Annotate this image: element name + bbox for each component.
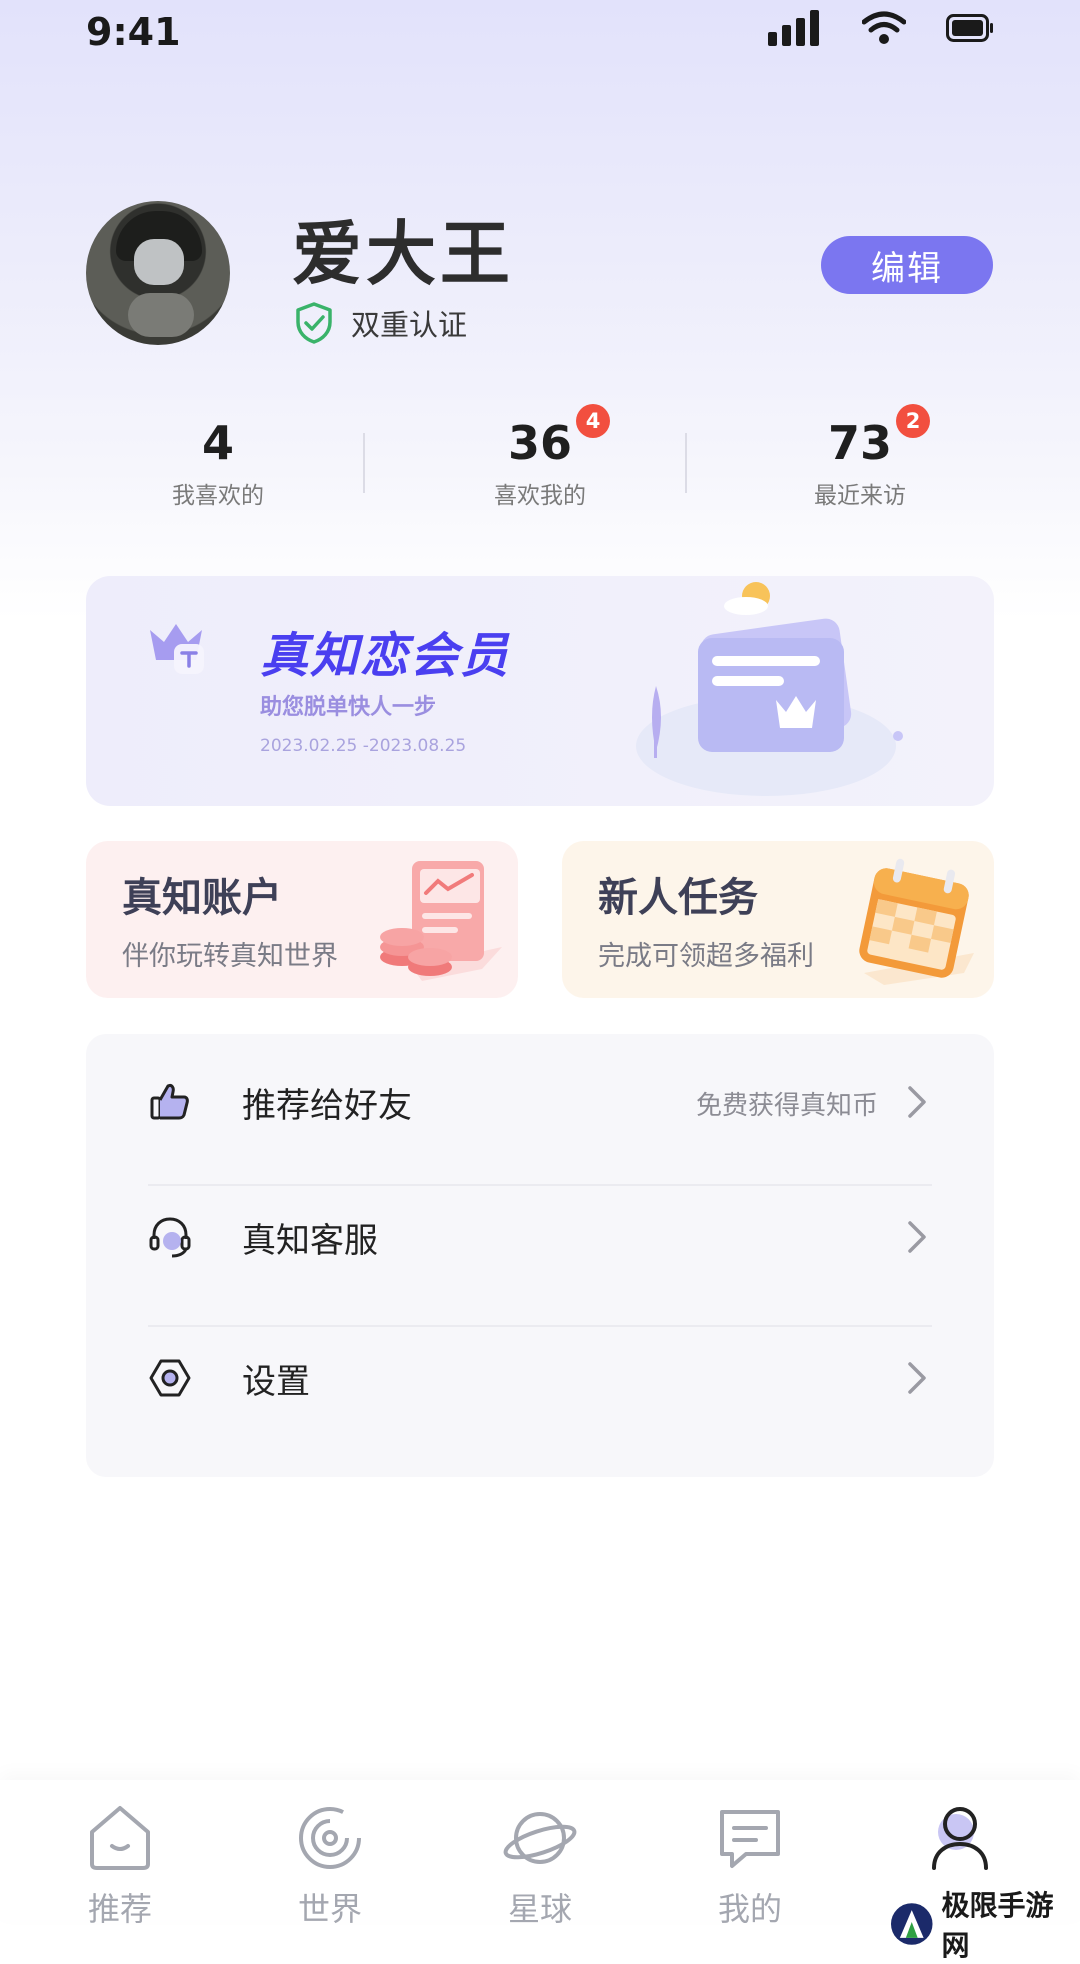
bill-coins-icon — [380, 861, 502, 981]
stat-divider — [363, 433, 365, 493]
tab-profile[interactable] — [900, 1802, 1020, 1878]
verification-badge: 双重认证 — [295, 302, 467, 344]
wifi-icon — [862, 11, 906, 44]
user-name: 爱大王 — [292, 213, 514, 295]
home-icon — [90, 1806, 150, 1870]
tab-planet[interactable]: 星球 — [480, 1802, 600, 1930]
watermark-logo: 极限手游网 — [890, 1884, 1080, 1964]
battery-icon — [946, 14, 993, 42]
stat-divider — [685, 433, 687, 493]
notification-badge: 2 — [896, 404, 930, 438]
account-card-subtitle: 伴你玩转真知世界 — [122, 941, 338, 972]
profile-page: 9:41 爱大王 双重认证 编辑 4 我喜欢的 36 喜欢我的 4 73 最近来… — [0, 0, 1080, 1962]
newbie-task-title: 新人任务 — [598, 875, 758, 921]
vip-membership-card[interactable]: 真知恋会员 助您脱单快人一步 2023.02.25 -2023.08.25 — [86, 576, 994, 806]
vip-title: 真知恋会员 — [260, 628, 511, 684]
settings-hexagon-icon — [149, 1359, 191, 1397]
tab-recommend[interactable]: 推荐 — [60, 1802, 180, 1930]
menu-list: 推荐给好友 免费获得真知币 真知客服 设置 — [86, 1034, 994, 1477]
menu-label: 设置 — [242, 1362, 310, 1402]
calendar-icon — [859, 858, 974, 985]
status-icons — [768, 10, 994, 46]
tab-label: 世界 — [297, 1890, 362, 1928]
stat-label: 最近来访 — [814, 483, 906, 509]
wallet-illustration — [636, 582, 903, 796]
verification-label: 双重认证 — [351, 308, 468, 342]
chevron-right-icon — [908, 1221, 926, 1253]
menu-item-customer-service[interactable]: 真知客服 — [86, 1169, 994, 1304]
watermark-text: 极限手游网 — [941, 1889, 1054, 1962]
stat-value: 36 — [507, 416, 572, 470]
stat-value: 4 — [201, 416, 234, 470]
notification-badge: 4 — [576, 404, 610, 438]
message-icon — [720, 1810, 780, 1868]
planet-icon — [503, 1812, 577, 1864]
account-card[interactable]: 真知账户 伴你玩转真知世界 — [86, 841, 518, 998]
crown-icon — [150, 624, 204, 674]
edit-button[interactable]: 编辑 — [821, 236, 993, 294]
tab-world[interactable]: 世界 — [270, 1802, 390, 1930]
menu-item-recommend[interactable]: 推荐给好友 免费获得真知币 — [86, 1034, 994, 1169]
stat-value: 73 — [827, 416, 892, 470]
tab-mine[interactable]: 我的 — [690, 1802, 810, 1930]
chevron-right-icon — [908, 1362, 926, 1394]
headset-icon — [149, 1217, 191, 1258]
menu-item-settings[interactable]: 设置 — [86, 1310, 994, 1445]
signal-icon — [768, 10, 819, 46]
stat-label: 喜欢我的 — [494, 483, 586, 509]
vip-date-range: 2023.02.25 -2023.08.25 — [260, 736, 467, 756]
newbie-task-subtitle: 完成可领超多福利 — [598, 941, 814, 972]
tab-label: 推荐 — [87, 1890, 152, 1928]
account-card-title: 真知账户 — [122, 875, 282, 921]
stat-label: 我喜欢的 — [172, 483, 264, 509]
profile-icon — [932, 1807, 988, 1870]
stat-likes-me[interactable]: 36 喜欢我的 — [420, 412, 660, 510]
stat-i-like[interactable]: 4 我喜欢的 — [98, 412, 338, 510]
avatar[interactable] — [86, 201, 230, 345]
tab-label: 星球 — [507, 1890, 572, 1928]
spiral-icon — [299, 1807, 361, 1869]
shield-check-icon — [296, 302, 332, 344]
menu-label: 推荐给好友 — [242, 1086, 412, 1126]
watermark-badge-icon — [890, 1903, 933, 1945]
chevron-right-icon — [908, 1086, 926, 1118]
newbie-task-card[interactable]: 新人任务 完成可领超多福利 — [562, 841, 994, 998]
vip-subtitle: 助您脱单快人一步 — [260, 695, 437, 720]
stat-recent-visitors[interactable]: 73 最近来访 — [740, 412, 980, 510]
thumbs-up-icon — [150, 1084, 189, 1120]
menu-hint: 免费获得真知币 — [695, 1091, 878, 1121]
status-time: 9:41 — [86, 10, 181, 54]
menu-label: 真知客服 — [242, 1221, 378, 1261]
tab-label: 我的 — [717, 1890, 782, 1928]
